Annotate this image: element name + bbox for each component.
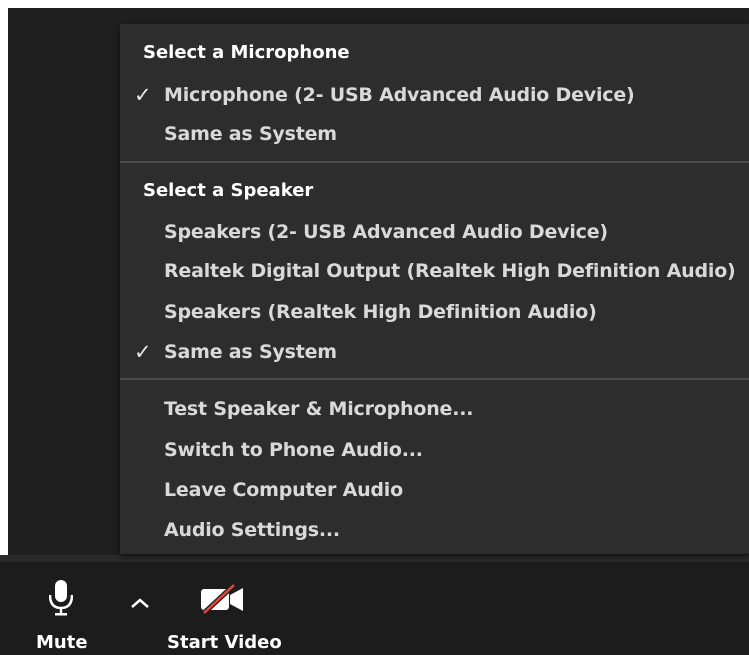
- menu-item-label: Switch to Phone Audio...: [164, 439, 423, 461]
- menu-item-microphone-usb[interactable]: ✓ Microphone (2- USB Advanced Audio Devi…: [120, 76, 749, 114]
- mute-label: Mute: [36, 632, 88, 653]
- meeting-toolbar: Mute Start Video: [0, 562, 749, 655]
- menu-item-label: Same as System: [164, 341, 337, 363]
- start-video-button[interactable]: Start Video: [165, 572, 285, 653]
- audio-options-button[interactable]: [120, 590, 160, 620]
- menu-item-label: Microphone (2- USB Advanced Audio Device…: [164, 84, 635, 106]
- menu-item-label: Speakers (Realtek High Definition Audio): [164, 301, 597, 323]
- menu-item-speaker-realtek-hd[interactable]: Speakers (Realtek High Definition Audio): [120, 293, 749, 331]
- video-camera-off-icon: [201, 584, 243, 614]
- microphone-icon: [49, 580, 73, 616]
- menu-item-label: Same as System: [164, 123, 337, 145]
- menu-item-audio-settings[interactable]: Audio Settings...: [120, 511, 749, 549]
- menu-item-label: Realtek Digital Output (Realtek High Def…: [164, 260, 736, 282]
- audio-options-menu: Select a Microphone ✓ Microphone (2- USB…: [120, 24, 749, 554]
- check-icon: ✓: [134, 340, 152, 364]
- toolbar-separator: [0, 555, 749, 562]
- menu-divider: [120, 161, 749, 163]
- menu-item-label: Audio Settings...: [164, 519, 340, 541]
- menu-item-label: Leave Computer Audio: [164, 479, 403, 501]
- menu-item-speaker-realtek-digital[interactable]: Realtek Digital Output (Realtek High Def…: [120, 252, 749, 290]
- microphone-section-header: Select a Microphone: [143, 42, 350, 63]
- menu-item-microphone-same-as-system[interactable]: Same as System: [120, 115, 749, 153]
- menu-item-switch-to-phone-audio[interactable]: Switch to Phone Audio...: [120, 431, 749, 469]
- menu-item-label: Speakers (2- USB Advanced Audio Device): [164, 221, 608, 243]
- menu-item-test-speaker-microphone[interactable]: Test Speaker & Microphone...: [120, 390, 749, 428]
- check-icon: ✓: [134, 83, 152, 107]
- menu-item-speaker-same-as-system[interactable]: ✓ Same as System: [120, 333, 749, 371]
- start-video-label: Start Video: [167, 632, 282, 653]
- mute-button[interactable]: Mute: [30, 572, 100, 653]
- menu-divider: [120, 378, 749, 380]
- zoom-meeting-window: Select a Microphone ✓ Microphone (2- USB…: [0, 0, 749, 655]
- menu-item-leave-computer-audio[interactable]: Leave Computer Audio: [120, 471, 749, 509]
- menu-item-speaker-usb[interactable]: Speakers (2- USB Advanced Audio Device): [120, 213, 749, 251]
- menu-item-label: Test Speaker & Microphone...: [164, 398, 474, 420]
- chevron-up-icon: [131, 598, 149, 608]
- speaker-section-header: Select a Speaker: [143, 180, 314, 201]
